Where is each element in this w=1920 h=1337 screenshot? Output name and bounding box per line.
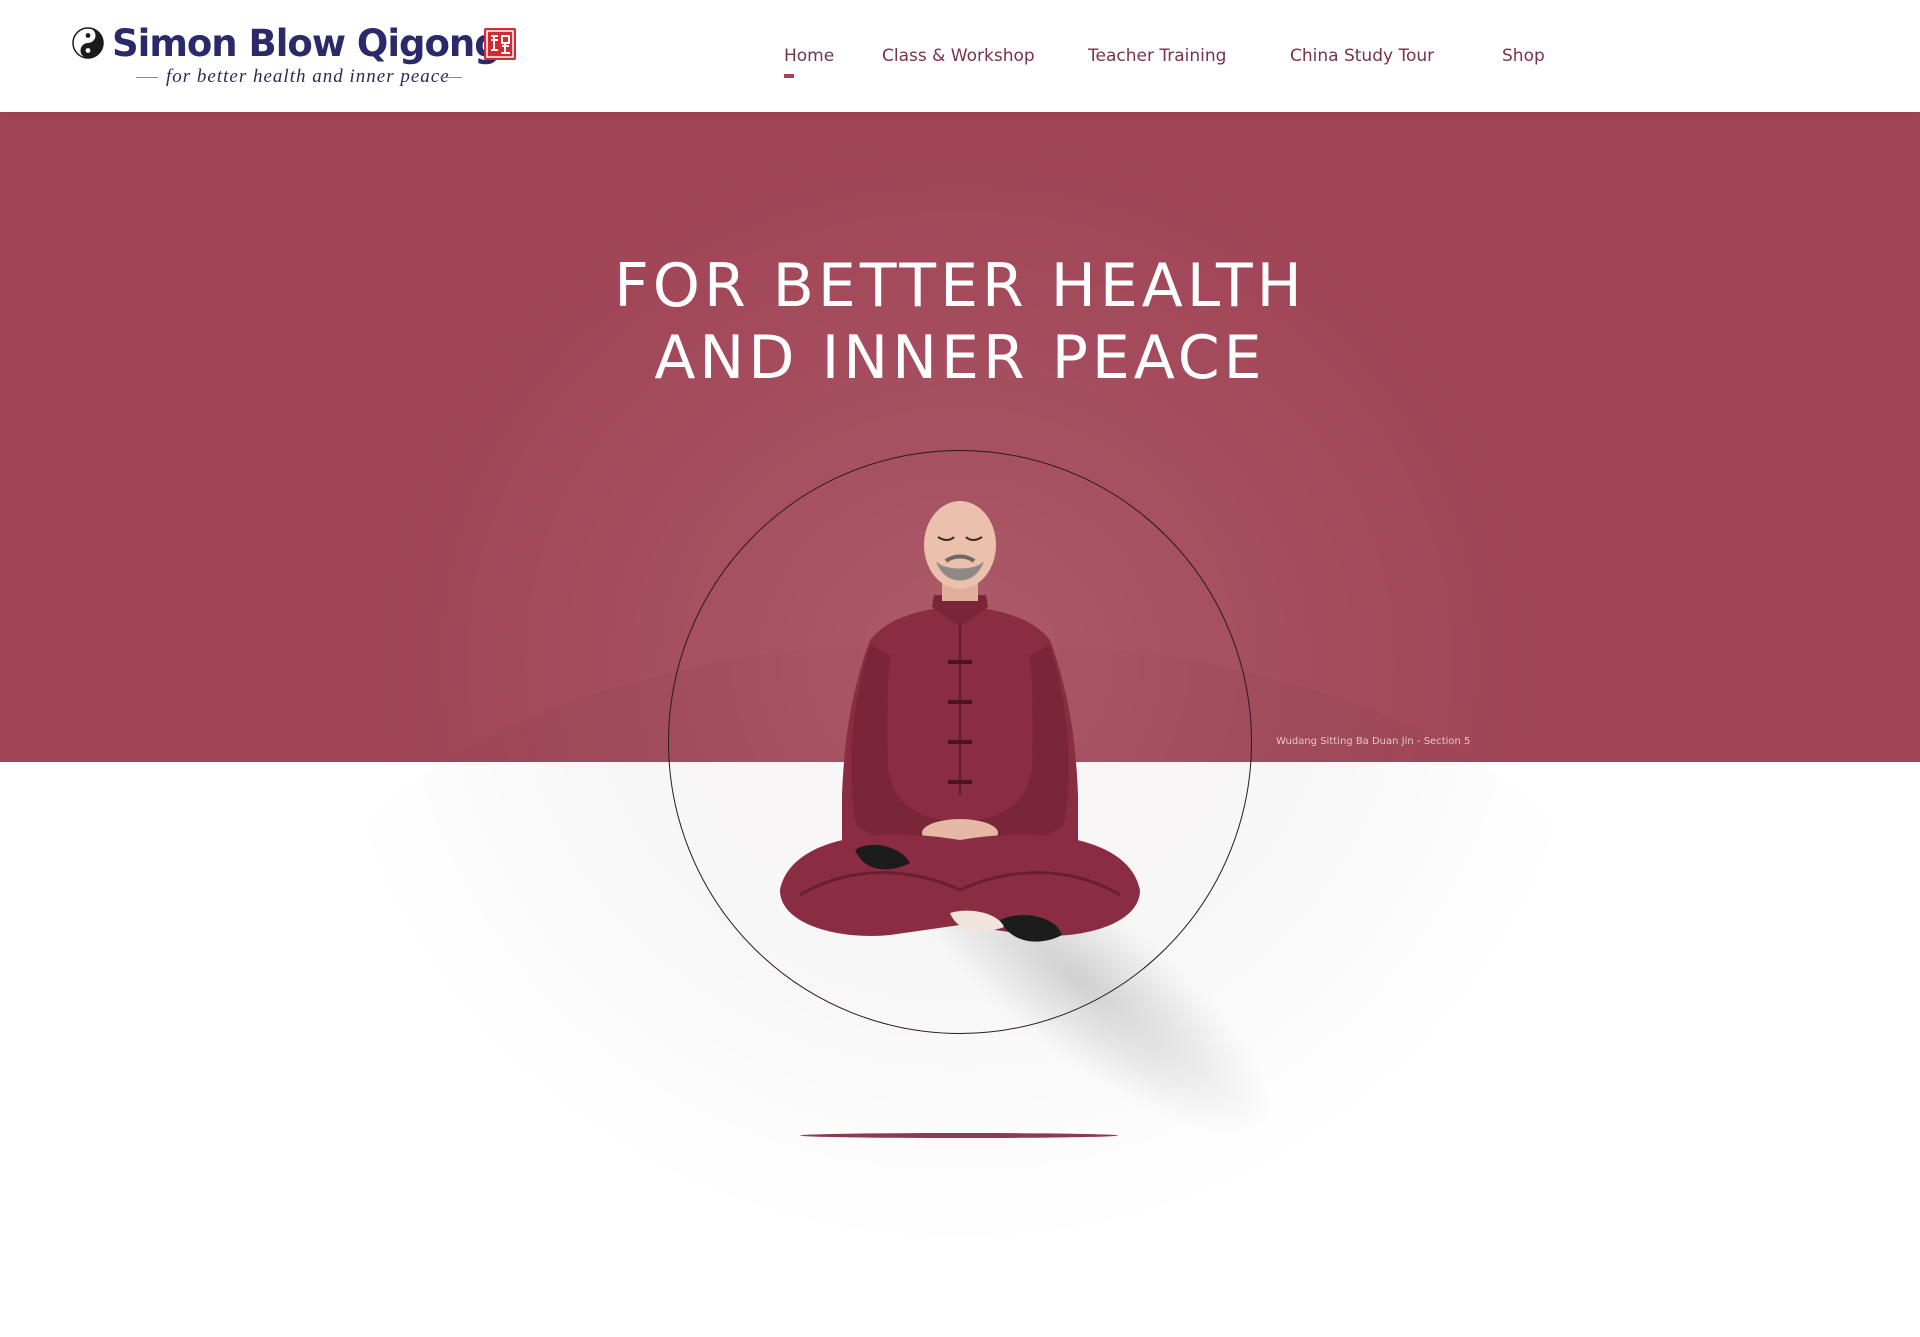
nav-teacher-training[interactable]: Teacher Training: [1088, 44, 1226, 68]
tagline-text: for better health and inner peace: [166, 66, 450, 87]
nav-shop[interactable]: Shop: [1502, 44, 1545, 68]
tagline: for better health and inner peace: [136, 64, 462, 90]
accent-underline: [800, 1133, 1118, 1138]
yin-yang-icon: [72, 27, 104, 59]
hero-headline-line-1: FOR BETTER HEALTH: [614, 251, 1306, 321]
nav-class-workshop[interactable]: Class & Workshop: [882, 44, 1035, 68]
nav-home[interactable]: Home: [784, 44, 834, 78]
site-header: Simon Blow Qigong for better health and …: [0, 0, 1920, 112]
hero-headline-line-2: AND INNER PEACE: [654, 323, 1266, 393]
chinese-seal-icon: [484, 28, 516, 60]
hero-headline: FOR BETTER HEALTH AND INNER PEACE: [0, 250, 1920, 394]
hero-caption: Wudang Sitting Ba Duan Jin - Section 5: [1276, 736, 1471, 747]
nav-china-study-tour[interactable]: China Study Tour: [1290, 44, 1434, 68]
site-logo[interactable]: Simon Blow Qigong for better health and …: [72, 22, 522, 92]
tagline-divider-left: [136, 77, 158, 78]
meditating-man-figure: [780, 501, 1140, 942]
brand-name: Simon Blow Qigong: [112, 22, 501, 65]
tagline-divider-right: [440, 77, 462, 78]
